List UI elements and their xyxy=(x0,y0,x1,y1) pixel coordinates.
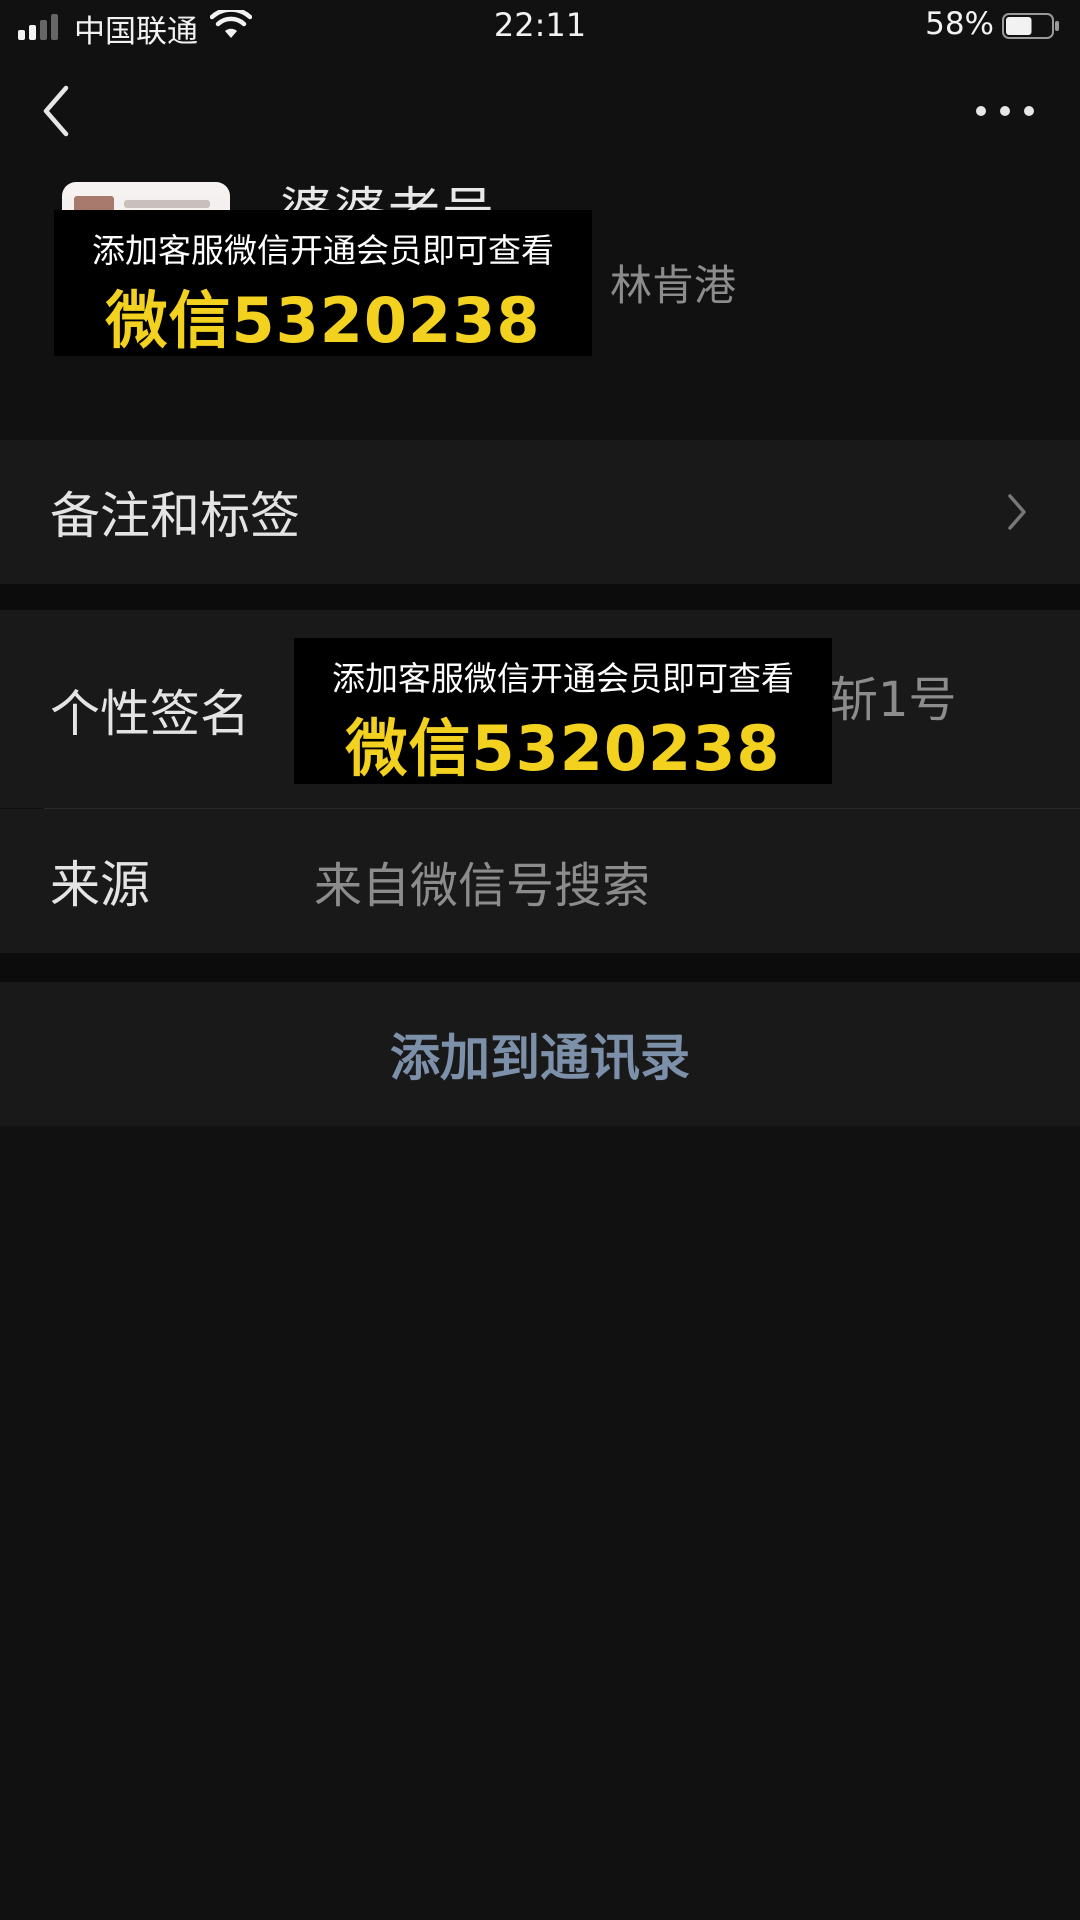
back-icon[interactable] xyxy=(32,80,80,142)
avatar-text-line xyxy=(124,200,210,208)
clock: 22:11 xyxy=(493,6,587,44)
promo-overlay: 添加客服微信开通会员即可查看 微信5320238 xyxy=(54,210,592,357)
battery-icon xyxy=(1002,13,1059,39)
signature-value: 斩1号 xyxy=(830,672,957,728)
promo-overlay-text: 添加客服微信开通会员即可查看 xyxy=(92,231,554,270)
source-row: 来源 来自微信号搜索 xyxy=(0,809,1080,953)
remarks-tags-label: 备注和标签 xyxy=(50,487,300,545)
source-value: 来自微信号搜索 xyxy=(314,858,651,914)
source-label: 来源 xyxy=(50,856,150,914)
status-bar: 中国联通 22:11 58% xyxy=(0,0,1080,56)
promo-overlay-wechat-id: 微信5320238 xyxy=(345,712,781,785)
promo-overlay-wechat-id: 微信5320238 xyxy=(105,284,541,357)
add-to-contacts-button[interactable]: 添加到通讯录 xyxy=(0,982,1080,1126)
remarks-tags-row[interactable]: 备注和标签 xyxy=(0,440,1080,584)
chevron-right-icon xyxy=(1008,494,1026,530)
nav-bar xyxy=(0,56,1080,166)
section-gap xyxy=(0,584,1080,610)
contact-region: 林肯港 xyxy=(610,261,737,310)
section-gap xyxy=(0,953,1080,982)
add-to-contacts-label: 添加到通讯录 xyxy=(390,1029,690,1087)
signature-label: 个性签名 xyxy=(50,685,250,743)
more-options-icon[interactable] xyxy=(970,96,1040,126)
promo-overlay-text: 添加客服微信开通会员即可查看 xyxy=(332,659,794,698)
promo-overlay: 添加客服微信开通会员即可查看 微信5320238 xyxy=(294,638,832,785)
battery-percent: 58% xyxy=(925,6,994,42)
